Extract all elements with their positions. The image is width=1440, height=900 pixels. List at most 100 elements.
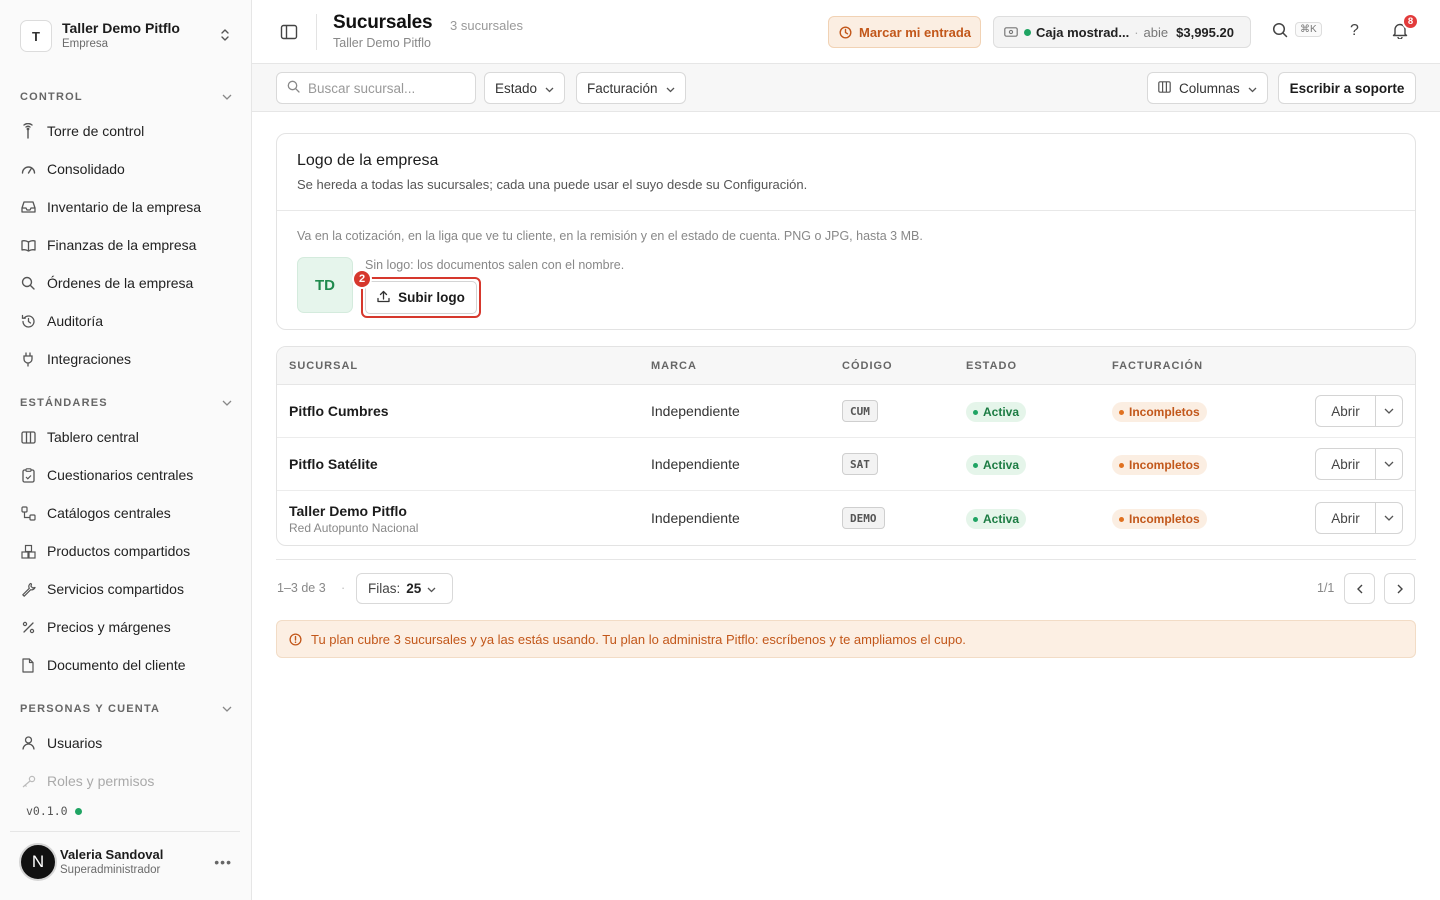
sidebar-item-label: Tablero central	[47, 429, 139, 445]
table-row[interactable]: Pitflo Satélite Independiente SAT Activa…	[277, 438, 1415, 491]
section-divider	[276, 559, 1416, 560]
sidebar-item-documento[interactable]: Documento del cliente	[12, 648, 240, 682]
sidebar-item-cuestionarios[interactable]: Cuestionarios centrales	[12, 458, 240, 492]
clipboard-icon	[20, 467, 36, 483]
sidebar-item-ordenes[interactable]: Órdenes de la empresa	[12, 266, 240, 300]
sidebar-item-finanzas[interactable]: Finanzas de la empresa	[12, 228, 240, 262]
column-header-estado[interactable]: ESTADO	[966, 360, 1017, 372]
more-icon[interactable]: •••	[214, 854, 232, 870]
contact-support-button[interactable]: Escribir a soporte	[1278, 72, 1416, 104]
sidebar-item-integraciones[interactable]: Integraciones	[12, 342, 240, 376]
book-icon	[20, 237, 36, 253]
column-header-facturacion[interactable]: FACTURACIÓN	[1112, 360, 1203, 372]
search-input[interactable]	[308, 80, 468, 96]
chevron-down-icon[interactable]	[1376, 449, 1402, 479]
sidebar-item-torre-de-control[interactable]: Torre de control	[12, 114, 240, 148]
status-label: Activa	[983, 512, 1020, 526]
next-page-button[interactable]	[1384, 573, 1415, 604]
clock-in-button[interactable]: Marcar mi entrada	[828, 16, 981, 48]
sidebar-item-label: Roles y permisos	[47, 773, 155, 789]
section-personas-header[interactable]: PERSONAS Y CUENTA	[20, 703, 232, 715]
sidebar-item-roles[interactable]: Roles y permisos	[12, 764, 240, 798]
search-icon	[20, 275, 36, 291]
sidebar-item-usuarios[interactable]: Usuarios	[12, 726, 240, 760]
upload-logo-button[interactable]: Subir logo	[365, 281, 477, 314]
sidebar-item-label: Torre de control	[47, 123, 145, 139]
branch-brand: Independiente	[651, 510, 740, 526]
filter-toolbar: Estado Facturación Columnas Escribir a s…	[252, 64, 1440, 112]
user-role: Superadministrador	[60, 863, 161, 876]
filter-estado-button[interactable]: Estado	[484, 72, 566, 104]
chevron-down-icon	[666, 81, 675, 96]
chevron-down-icon	[222, 398, 232, 409]
rows-value: 25	[406, 581, 422, 596]
plan-limit-alert: Tu plan cubre 3 sucursales y ya las está…	[276, 620, 1416, 658]
user-name: Valeria Sandoval	[60, 846, 164, 862]
open-button[interactable]: Abrir	[1316, 449, 1376, 479]
columns-button[interactable]: Columnas	[1147, 72, 1268, 104]
inbox-icon	[20, 199, 36, 215]
company-logo-card: Logo de la empresa Se hereda a todas las…	[276, 133, 1416, 330]
user-menu[interactable]: N Valeria Sandoval Superadministrador ••…	[12, 838, 240, 886]
sidebar-item-tablero-central[interactable]: Tablero central	[12, 420, 240, 454]
chevron-down-icon[interactable]	[1376, 503, 1402, 533]
column-header-marca[interactable]: MARCA	[651, 360, 697, 372]
status-label: Activa	[983, 458, 1020, 472]
open-split-button: Abrir	[1315, 395, 1403, 427]
org-type: Empresa	[62, 38, 109, 50]
status-badge: Activa	[966, 509, 1027, 529]
sidebar-item-label: Productos compartidos	[47, 543, 191, 559]
clock-in-label: Marcar mi entrada	[859, 24, 971, 40]
sidebar-item-label: Consolidado	[47, 161, 125, 177]
cash-amount: $3,995.20	[1176, 24, 1234, 40]
cash-register-button[interactable]: Caja mostrad... · abie $3,995.20	[993, 16, 1251, 48]
sidebar-item-label: Integraciones	[47, 351, 132, 367]
search-icon[interactable]	[1272, 22, 1288, 41]
user-icon	[20, 735, 36, 751]
section-title: ESTÁNDARES	[20, 397, 108, 409]
column-header-codigo[interactable]: CÓDIGO	[842, 360, 893, 372]
key-icon	[20, 773, 36, 789]
branch-brand: Independiente	[651, 456, 740, 472]
avatar: N	[19, 843, 57, 881]
header-divider	[316, 14, 317, 50]
file-icon	[20, 657, 36, 673]
status-badge: Activa	[966, 455, 1027, 475]
column-header-sucursal[interactable]: SUCURSAL	[289, 360, 358, 372]
sidebar-item-precios[interactable]: Precios y márgenes	[12, 610, 240, 644]
plug-icon	[20, 351, 36, 367]
sidebar-item-label: Finanzas de la empresa	[47, 237, 197, 253]
chevron-down-icon[interactable]	[1376, 396, 1402, 426]
chevron-left-icon	[1356, 581, 1363, 597]
sidebar-item-label: Precios y márgenes	[47, 619, 171, 635]
sidebar-item-productos[interactable]: Productos compartidos	[12, 534, 240, 568]
sidebar-item-label: Inventario de la empresa	[47, 199, 202, 215]
rows-label: Filas:	[368, 581, 401, 596]
org-switcher[interactable]: T Taller Demo Pitflo Empresa	[12, 12, 240, 60]
section-estandares-header[interactable]: ESTÁNDARES	[20, 397, 232, 409]
prev-page-button[interactable]	[1344, 573, 1375, 604]
section-title: PERSONAS Y CUENTA	[20, 703, 161, 715]
status-badge: Activa	[966, 402, 1027, 422]
cash-icon	[1004, 27, 1018, 37]
sidebar-item-catalogos[interactable]: Catálogos centrales	[12, 496, 240, 530]
sidebar-toggle-icon[interactable]	[280, 23, 298, 41]
sidebar-item-consolidado[interactable]: Consolidado	[12, 152, 240, 186]
sidebar-item-inventario[interactable]: Inventario de la empresa	[12, 190, 240, 224]
status-dot	[74, 807, 82, 815]
table-row[interactable]: Pitflo Cumbres Independiente CUM Activa …	[277, 385, 1415, 438]
page-indicator: 1/1	[1317, 581, 1335, 595]
filter-facturacion-button[interactable]: Facturación	[576, 72, 686, 104]
card-description: Se hereda a todas las sucursales; cada u…	[297, 177, 808, 192]
sidebar-item-servicios[interactable]: Servicios compartidos	[12, 572, 240, 606]
rows-per-page-select[interactable]: Filas: 25	[356, 573, 453, 604]
section-control-header[interactable]: CONTROL	[20, 91, 232, 103]
columns-icon	[20, 429, 36, 445]
sidebar-item-auditoria[interactable]: Auditoría	[12, 304, 240, 338]
open-button[interactable]: Abrir	[1316, 503, 1376, 533]
help-button[interactable]: ?	[1350, 22, 1359, 40]
branch-search[interactable]	[276, 72, 476, 104]
open-button[interactable]: Abrir	[1316, 396, 1376, 426]
table-row[interactable]: Taller Demo Pitflo Red Autopunto Naciona…	[277, 491, 1415, 545]
sidebar: T Taller Demo Pitflo Empresa CONTROL Tor…	[0, 0, 252, 900]
